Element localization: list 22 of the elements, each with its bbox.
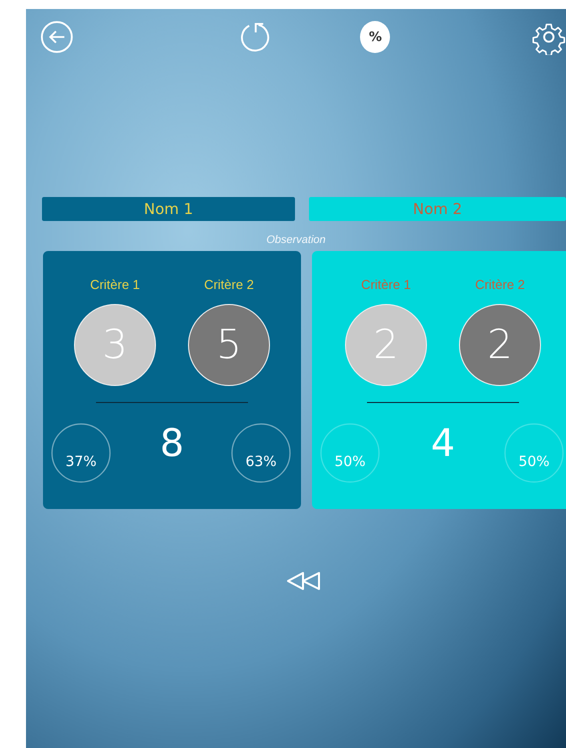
- criterion-label: Critère 1: [361, 277, 411, 292]
- rewind-icon[interactable]: [286, 571, 322, 591]
- score-circle[interactable]: 5: [188, 304, 270, 386]
- team-name: Nom 1: [42, 197, 296, 221]
- total-score: 8: [160, 421, 184, 465]
- percent-text: 63%: [244, 454, 278, 470]
- score-circle[interactable]: 2: [459, 304, 541, 386]
- percent-text: 50%: [333, 454, 367, 470]
- back-icon[interactable]: [40, 19, 74, 55]
- percent-text: 50%: [517, 454, 551, 470]
- percent-button[interactable]: %: [360, 21, 390, 53]
- criterion-label: Critère 1: [90, 277, 140, 292]
- percent-ring: [320, 423, 380, 483]
- section-label: Observation: [265, 234, 327, 248]
- percent-ring: [504, 423, 564, 483]
- total-score: 4: [430, 421, 456, 465]
- criterion-label: Critère 2: [475, 277, 525, 292]
- criterion-label: Critère 2: [204, 277, 254, 292]
- percent-ring: [231, 423, 291, 483]
- percent-ring: [51, 423, 111, 483]
- percent-text: 37%: [64, 454, 98, 470]
- team-name: Nom 2: [309, 197, 566, 221]
